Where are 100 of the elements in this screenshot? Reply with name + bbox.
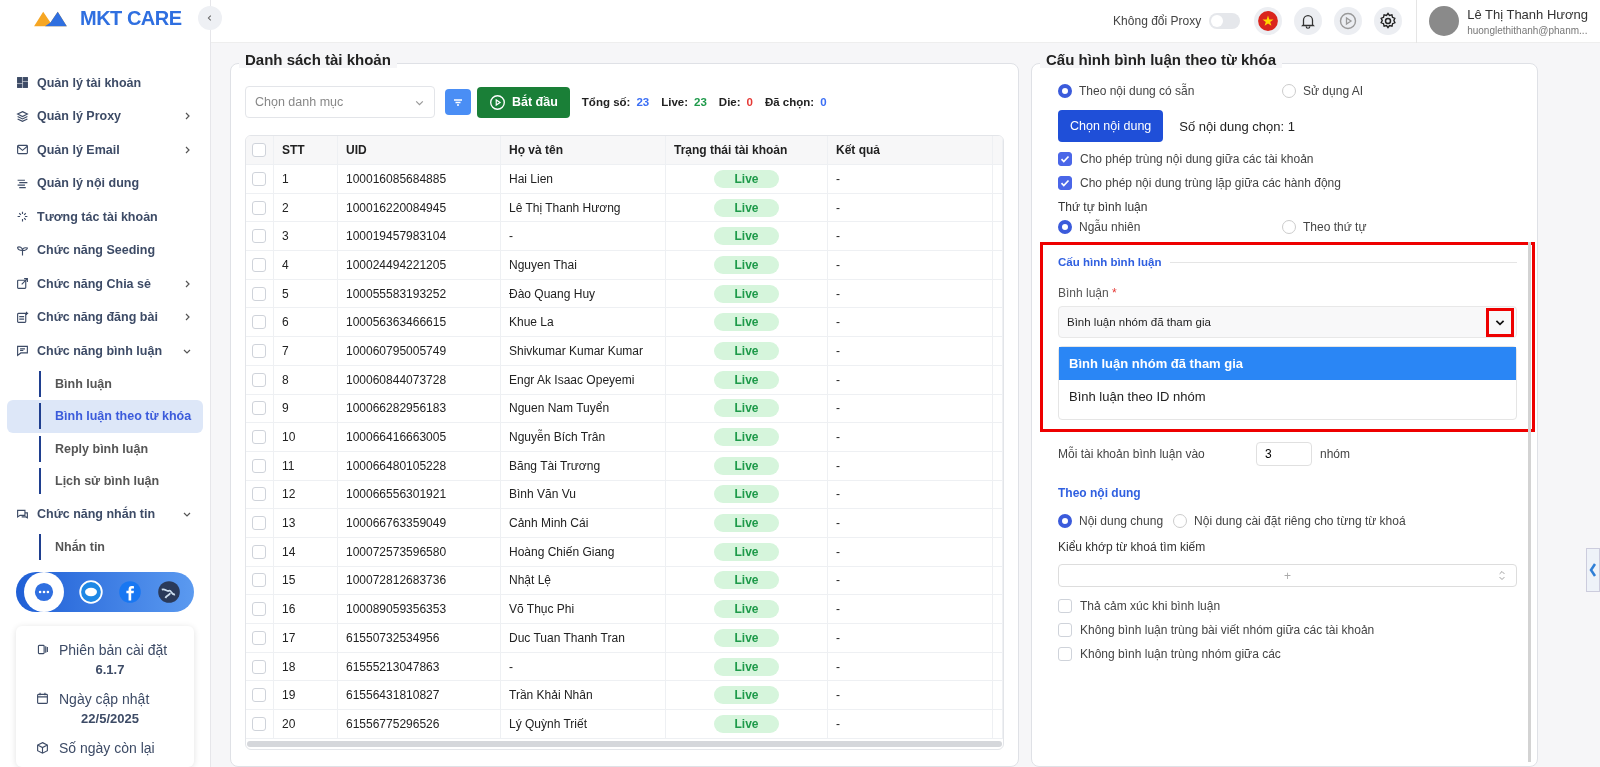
row-checkbox[interactable]	[252, 430, 266, 445]
globe-icon[interactable]	[156, 579, 181, 604]
row-checkbox[interactable]	[252, 716, 266, 731]
table-cell: 100066480105228	[338, 451, 501, 480]
field-label: Thứ tự bình luận	[1058, 200, 1149, 214]
row-checkbox[interactable]	[252, 659, 266, 674]
table-cell: 17	[274, 624, 338, 652]
row-checkbox[interactable]	[252, 487, 266, 502]
table-cell: 12	[274, 480, 338, 509]
chevron-left-icon	[206, 14, 214, 22]
row-checkbox[interactable]	[252, 544, 266, 559]
table-cell: 100060844073728	[338, 365, 501, 394]
dropdown-option[interactable]: Bình luận theo ID nhóm	[1059, 380, 1516, 413]
comment-select[interactable]: Bình luận nhóm đã tham gia	[1058, 306, 1517, 338]
group-count-input[interactable]: 3	[1256, 442, 1312, 466]
table-cell: -	[828, 394, 993, 423]
sidebar-item[interactable]: Chức năng đăng bài	[0, 300, 210, 334]
table-cell: -	[828, 251, 993, 279]
row-checkbox[interactable]	[252, 516, 266, 531]
sidebar-subitem[interactable]: Reply bình luận	[7, 432, 203, 465]
table-cell: Nguyen Thai	[501, 251, 666, 279]
avatar[interactable]	[1429, 6, 1460, 36]
sidebar-item[interactable]: Quản lý Email	[0, 133, 210, 167]
row-checkbox[interactable]	[252, 229, 266, 244]
row-checkbox[interactable]	[252, 372, 266, 387]
chat-bubble-icon[interactable]	[78, 579, 103, 604]
status-badge: Live	[714, 169, 779, 188]
sidebar-subitem[interactable]: Lịch sử bình luận	[7, 465, 203, 498]
select-all-checkbox[interactable]	[252, 143, 266, 157]
row-checkbox[interactable]	[252, 401, 266, 416]
stat-value: 23	[694, 96, 707, 108]
radio-option[interactable]: Theo nội dung có sẵn	[1058, 84, 1282, 98]
row-checkbox[interactable]	[252, 602, 266, 617]
sidebar-subitem[interactable]: Nhắn tin	[7, 531, 203, 564]
dropdown-option[interactable]: Bình luận nhóm đã tham gia	[1059, 347, 1516, 380]
proxy-toggle[interactable]	[1209, 13, 1241, 29]
status-badge: Live	[714, 686, 779, 705]
start-button[interactable]: Bắt đầu	[477, 86, 570, 118]
sidebar-item[interactable]: Chức năng Chia sẻ	[0, 267, 210, 301]
table-cell: Võ Thục Phi	[501, 595, 666, 623]
table-cell: -	[501, 652, 666, 681]
row-checkbox[interactable]	[252, 343, 266, 358]
row-checkbox[interactable]	[252, 458, 266, 473]
sidebar-item[interactable]: Quản lý Proxy	[0, 99, 210, 133]
table-cell: -	[828, 566, 993, 595]
sidebar-item[interactable]: Quản lý nội dung	[0, 166, 210, 200]
row-checkbox[interactable]	[252, 630, 266, 645]
sidebar-subitem[interactable]: Bình luận	[7, 367, 203, 400]
row-checkbox[interactable]	[252, 171, 266, 186]
radio-option[interactable]: Ngẫu nhiên	[1058, 220, 1282, 234]
stat-value: 0	[820, 96, 827, 108]
radio-option[interactable]: Nội dung chung	[1058, 514, 1164, 528]
checkbox-option[interactable]: Cho phép nội dung trùng lặp giữa các hành động	[1058, 176, 1517, 190]
scrollbar[interactable]	[247, 740, 1002, 747]
sidebar-item[interactable]: Quản lý tài khoản	[0, 66, 210, 100]
stat-label: Live:	[661, 96, 689, 108]
radio-option[interactable]: Sử dụng AI	[1282, 84, 1506, 98]
support-icon[interactable]	[23, 571, 64, 612]
table-cell: Băng Tài Trương	[501, 451, 666, 480]
choose-content-button[interactable]: Chọn nội dung	[1058, 110, 1164, 142]
radio-option[interactable]: Theo thứ tự	[1282, 220, 1506, 234]
radio-option[interactable]: Nội dung cài đặt riêng cho từng từ khoá	[1173, 514, 1406, 528]
checkbox-option[interactable]: Không bình luận trùng bài viết nhóm giữa các tài khoản	[1058, 623, 1517, 637]
table-cell: Hoàng Chiến Giang	[501, 537, 666, 566]
filter-button[interactable]	[445, 89, 471, 115]
row-checkbox[interactable]	[252, 315, 266, 330]
sidebar-subitem[interactable]: Bình luận theo từ khóa	[7, 400, 203, 433]
checkbox-option[interactable]: Cho phép trùng nội dung giữa các tài khoản	[1058, 152, 1517, 166]
field-label: Mỗi tài khoản bình luận vào	[1058, 447, 1206, 461]
table-cell: Khue La	[501, 308, 666, 337]
checkbox-option[interactable]: Không bình luận trùng nhóm giữa các	[1058, 647, 1517, 661]
checkmark-icon	[1059, 153, 1071, 165]
table-cell: -	[828, 451, 993, 480]
play-icon	[489, 93, 506, 111]
play-icon[interactable]	[1334, 7, 1363, 35]
settings-icon[interactable]	[1374, 7, 1403, 35]
table-cell: 5	[274, 279, 338, 308]
row-checkbox[interactable]	[252, 286, 266, 301]
row-checkbox[interactable]	[252, 200, 266, 215]
row-checkbox[interactable]	[252, 688, 266, 703]
flag-icon[interactable]	[1254, 7, 1283, 35]
sidebar-item[interactable]: Chức năng bình luận	[0, 334, 210, 368]
facebook-icon[interactable]	[117, 579, 142, 604]
bell-icon[interactable]	[1294, 7, 1323, 35]
info-label: Ngày cập nhật	[59, 690, 150, 707]
scrollbar[interactable]	[1528, 242, 1531, 762]
table-cell: 100016085684885	[338, 165, 501, 193]
sidebar-item[interactable]: Chức năng Seeding	[0, 233, 210, 267]
collapse-button[interactable]	[198, 6, 222, 30]
table-cell: 19	[274, 681, 338, 710]
sidebar-item[interactable]: Chức năng nhắn tin	[0, 497, 210, 531]
row-checkbox[interactable]	[252, 573, 266, 588]
category-select[interactable]: Chọn danh mục	[245, 86, 435, 118]
table-cell: 15	[274, 566, 338, 595]
checkbox-option[interactable]: Thả cảm xúc khi bình luận	[1058, 599, 1517, 613]
row-checkbox[interactable]	[252, 257, 266, 272]
info-value: 6.1.7	[94, 661, 126, 677]
side-tab[interactable]	[1586, 548, 1600, 592]
sidebar-item[interactable]: Tương tác tài khoản	[0, 200, 210, 234]
table-cell: Bình Văn Vu	[501, 480, 666, 509]
